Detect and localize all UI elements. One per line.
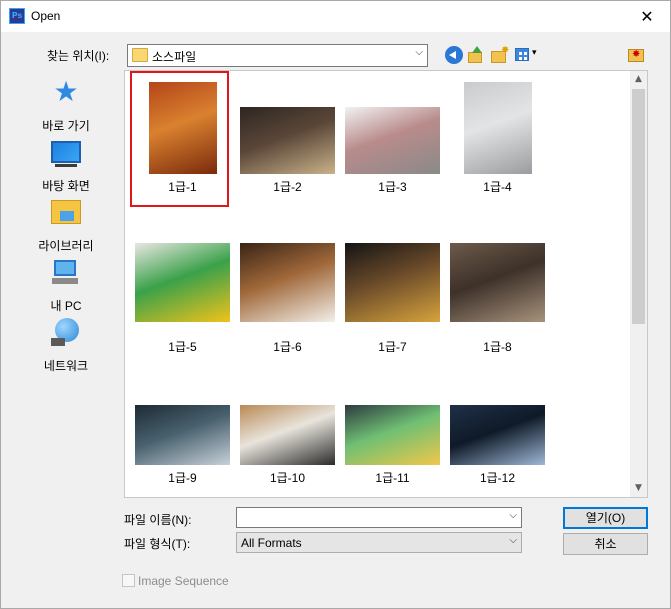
file-name-label: 1급-6 bbox=[273, 340, 302, 354]
chevron-down-icon: ⌵ bbox=[509, 535, 517, 546]
new-folder-icon[interactable]: ✸ bbox=[490, 45, 509, 64]
cancel-button[interactable]: 취소 bbox=[563, 533, 648, 555]
filetype-select[interactable]: All Formats ⌵ bbox=[236, 532, 522, 553]
up-folder-icon[interactable] bbox=[467, 46, 485, 64]
image-thumbnail bbox=[450, 405, 545, 465]
file-name-label: 1급-5 bbox=[168, 340, 197, 354]
network-icon bbox=[51, 318, 81, 346]
selection-outline bbox=[130, 71, 229, 207]
file-name-label: 1급-4 bbox=[483, 180, 512, 194]
sidebar-item-label: 네트워크 bbox=[43, 359, 89, 373]
sidebar-item-label: 바탕 화면 bbox=[42, 179, 90, 193]
folder-icon bbox=[132, 48, 148, 62]
pc-icon bbox=[51, 260, 81, 286]
title-bar: Ps Open ✕ bbox=[1, 1, 670, 32]
places-sidebar: ★ 바로 가기 바탕 화면 라이브러리 내 PC 네트워크 bbox=[27, 70, 105, 390]
lookin-dropdown[interactable]: 소스파일 ⌵ bbox=[127, 44, 428, 67]
image-thumbnail bbox=[240, 243, 335, 322]
image-thumbnail bbox=[135, 243, 230, 322]
filetype-label: 파일 형식(T): bbox=[124, 537, 191, 551]
file-tile[interactable]: 1급-1 bbox=[130, 71, 235, 207]
file-tile[interactable]: 1급-5 bbox=[130, 237, 235, 363]
file-tile[interactable]: 1급-8 bbox=[445, 237, 550, 363]
chevron-down-icon: ⌵ bbox=[415, 47, 423, 58]
file-tile[interactable]: 1급-2 bbox=[235, 77, 340, 203]
file-tile[interactable]: 1급-6 bbox=[235, 237, 340, 363]
desktop-icon bbox=[51, 141, 81, 167]
sidebar-item-desktop[interactable]: 바탕 화면 bbox=[27, 138, 105, 194]
close-button[interactable]: ✕ bbox=[624, 1, 670, 32]
filetype-value: All Formats bbox=[241, 536, 302, 550]
image-sequence-label: Image Sequence bbox=[138, 574, 229, 588]
sidebar-item-library[interactable]: 라이브러리 bbox=[27, 198, 105, 254]
library-icon bbox=[51, 200, 81, 224]
sidebar-item-label: 라이브러리 bbox=[38, 239, 94, 253]
chevron-down-icon: ▾ bbox=[532, 48, 537, 58]
favorite-folder-icon[interactable]: ✸ bbox=[628, 46, 646, 64]
file-name-label: 1급-10 bbox=[269, 471, 306, 485]
image-thumbnail bbox=[345, 405, 440, 465]
image-thumbnail bbox=[240, 107, 335, 174]
file-tile[interactable]: 1급-3 bbox=[340, 77, 445, 203]
dialog-title: Open bbox=[31, 9, 61, 23]
sidebar-item-label: 내 PC bbox=[50, 299, 82, 313]
image-thumbnail bbox=[135, 405, 230, 465]
file-tile[interactable]: 1급-11 bbox=[340, 399, 445, 497]
open-button[interactable]: 열기(O) bbox=[563, 507, 648, 529]
photoshop-app-icon: Ps bbox=[9, 8, 25, 24]
sidebar-item-label: 바로 가기 bbox=[42, 119, 90, 133]
back-icon[interactable] bbox=[445, 46, 463, 64]
sidebar-item-this-pc[interactable]: 내 PC bbox=[27, 258, 105, 314]
file-tile[interactable]: 1급-12 bbox=[445, 399, 550, 497]
file-name-label: 1급-12 bbox=[479, 471, 516, 485]
file-name-label: 1급-7 bbox=[378, 340, 407, 354]
quick-access-star-icon: ★ bbox=[53, 75, 79, 108]
chevron-down-icon[interactable]: ⌵ bbox=[509, 510, 517, 521]
lookin-value: 소스파일 bbox=[152, 50, 197, 64]
scrollbar-thumb[interactable] bbox=[632, 89, 645, 324]
sidebar-item-quick-access[interactable]: ★ 바로 가기 bbox=[27, 78, 105, 134]
sidebar-item-network[interactable]: 네트워크 bbox=[27, 318, 105, 374]
file-name-label: 1급-11 bbox=[375, 471, 410, 485]
image-thumbnail bbox=[345, 243, 440, 322]
view-menu-icon[interactable]: ▾ bbox=[514, 46, 542, 64]
scroll-up-icon[interactable]: ▲ bbox=[630, 71, 647, 88]
file-name-label: 1급-3 bbox=[378, 180, 407, 194]
filename-input[interactable]: ⌵ bbox=[236, 507, 522, 528]
file-tile[interactable]: 1급-7 bbox=[340, 237, 445, 363]
image-sequence-checkbox[interactable] bbox=[122, 574, 135, 587]
scroll-down-icon[interactable]: ▼ bbox=[630, 480, 647, 497]
filename-label: 파일 이름(N): bbox=[124, 513, 192, 527]
file-name-label: 1급-2 bbox=[273, 180, 302, 194]
file-tile[interactable]: 1급-10 bbox=[235, 399, 340, 497]
vertical-scrollbar[interactable]: ▲ ▼ bbox=[630, 71, 647, 497]
file-name-label: 1급-8 bbox=[483, 340, 512, 354]
file-name-label: 1급-9 bbox=[168, 471, 197, 485]
file-list-view[interactable]: ▲ ▼ 1급-1 1급-2 1급-3 1급-4 1급-5 1급-6 1급-7 1급-8 1급-9… bbox=[124, 70, 648, 498]
image-thumbnail bbox=[240, 405, 335, 465]
image-thumbnail bbox=[345, 107, 440, 174]
file-tile[interactable]: 1급-4 bbox=[445, 77, 550, 203]
lookin-label: 찾는 위치(I): bbox=[47, 49, 110, 63]
file-tile[interactable]: 1급-9 bbox=[130, 399, 235, 497]
open-dialog: Ps Open ✕ 찾는 위치(I): 소스파일 ⌵ ✸ ▾ ✸ ★ 바로 가기… bbox=[0, 0, 671, 609]
image-thumbnail bbox=[463, 82, 532, 174]
image-thumbnail bbox=[450, 243, 545, 322]
